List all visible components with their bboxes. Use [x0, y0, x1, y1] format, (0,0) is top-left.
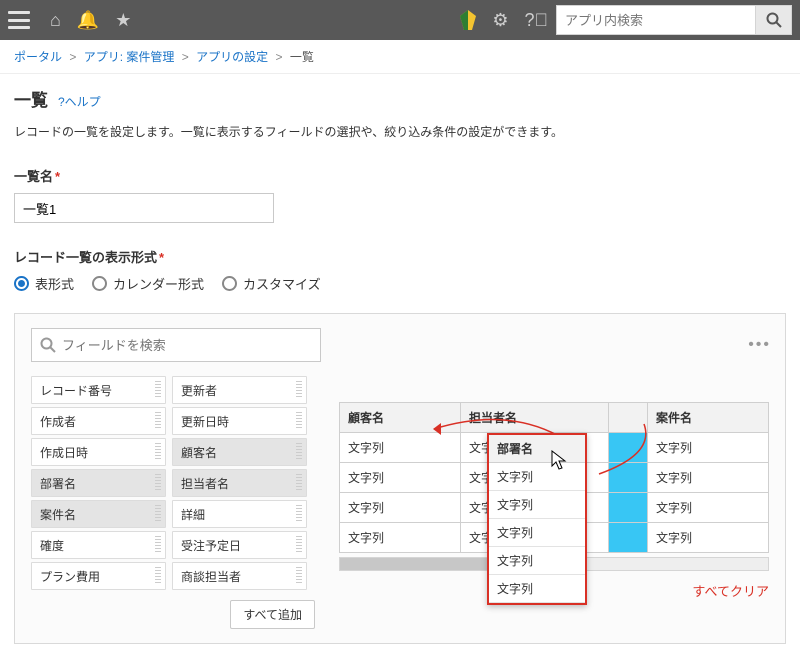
app-search-button[interactable]: [756, 5, 792, 35]
field-item[interactable]: 作成日時: [31, 438, 166, 466]
preview-cell: [609, 463, 648, 493]
preview-header[interactable]: [609, 403, 648, 433]
list-name-input[interactable]: [14, 193, 274, 223]
breadcrumb-app[interactable]: アプリ: 案件管理: [84, 50, 175, 64]
field-item[interactable]: プラン費用: [31, 562, 166, 590]
help-link[interactable]: ?ヘルプ: [58, 93, 101, 110]
breadcrumb: ポータル > アプリ: 案件管理 > アプリの設定 > 一覧: [0, 40, 800, 74]
more-options-icon[interactable]: •••: [748, 336, 771, 354]
breadcrumb-current: 一覧: [290, 50, 314, 64]
preview-header[interactable]: 案件名: [648, 403, 769, 433]
app-search-input[interactable]: [556, 5, 756, 35]
star-icon[interactable]: ★: [115, 10, 131, 31]
preview-header[interactable]: 担当者名: [460, 403, 608, 433]
logo-icon: [460, 10, 476, 30]
field-item[interactable]: 顧客名: [172, 438, 307, 466]
home-icon[interactable]: ⌂: [50, 10, 61, 31]
preview-cell: 文字列: [648, 523, 769, 553]
preview-cell: 文字列: [648, 493, 769, 523]
field-item[interactable]: 更新者: [172, 376, 307, 404]
preview-cell: 文字列: [340, 433, 461, 463]
field-item[interactable]: 確度: [31, 531, 166, 559]
preview-cell: 文字列: [648, 433, 769, 463]
field-item[interactable]: 作成者: [31, 407, 166, 435]
page-description: レコードの一覧を設定します。一覧に表示するフィールドの選択や、絞り込み条件の設定…: [14, 123, 786, 140]
field-item[interactable]: レコード番号: [31, 376, 166, 404]
breadcrumb-settings[interactable]: アプリの設定: [196, 50, 268, 64]
display-format-label: レコード一覧の表示形式*: [14, 247, 786, 266]
gear-icon[interactable]: ⚙: [492, 10, 508, 31]
clear-all-button[interactable]: すべてクリア: [692, 584, 769, 599]
list-name-label: 一覧名*: [14, 166, 786, 185]
field-item[interactable]: 部署名: [31, 469, 166, 497]
preview-cell: 文字列: [340, 523, 461, 553]
preview-cell: [609, 523, 648, 553]
field-item[interactable]: 商談担当者: [172, 562, 307, 590]
field-item[interactable]: 受注予定日: [172, 531, 307, 559]
preview-cell: [609, 433, 648, 463]
drag-ghost-column: 部署名 文字列文字列文字列文字列文字列: [487, 433, 587, 605]
cursor-icon: [551, 450, 569, 475]
preview-cell: 文字列: [648, 463, 769, 493]
breadcrumb-portal[interactable]: ポータル: [14, 50, 62, 64]
help-icon[interactable]: ?⃝: [524, 10, 548, 31]
field-item[interactable]: 更新日時: [172, 407, 307, 435]
field-item[interactable]: 案件名: [31, 500, 166, 528]
hamburger-menu-icon[interactable]: [8, 11, 30, 29]
radio-table-format[interactable]: 表形式: [14, 274, 74, 293]
preview-header[interactable]: 顧客名: [340, 403, 461, 433]
field-search-icon: [40, 337, 56, 353]
preview-cell: 文字列: [340, 493, 461, 523]
radio-calendar-format[interactable]: カレンダー形式: [92, 274, 204, 293]
preview-cell: 文字列: [340, 463, 461, 493]
radio-customize-format[interactable]: カスタマイズ: [222, 274, 321, 293]
add-all-button[interactable]: すべて追加: [230, 600, 315, 629]
bell-icon[interactable]: 🔔: [77, 10, 99, 31]
field-item[interactable]: 詳細: [172, 500, 307, 528]
field-item[interactable]: 担当者名: [172, 469, 307, 497]
preview-cell: [609, 493, 648, 523]
page-title: 一覧: [14, 86, 48, 111]
field-search-input[interactable]: [62, 338, 312, 353]
